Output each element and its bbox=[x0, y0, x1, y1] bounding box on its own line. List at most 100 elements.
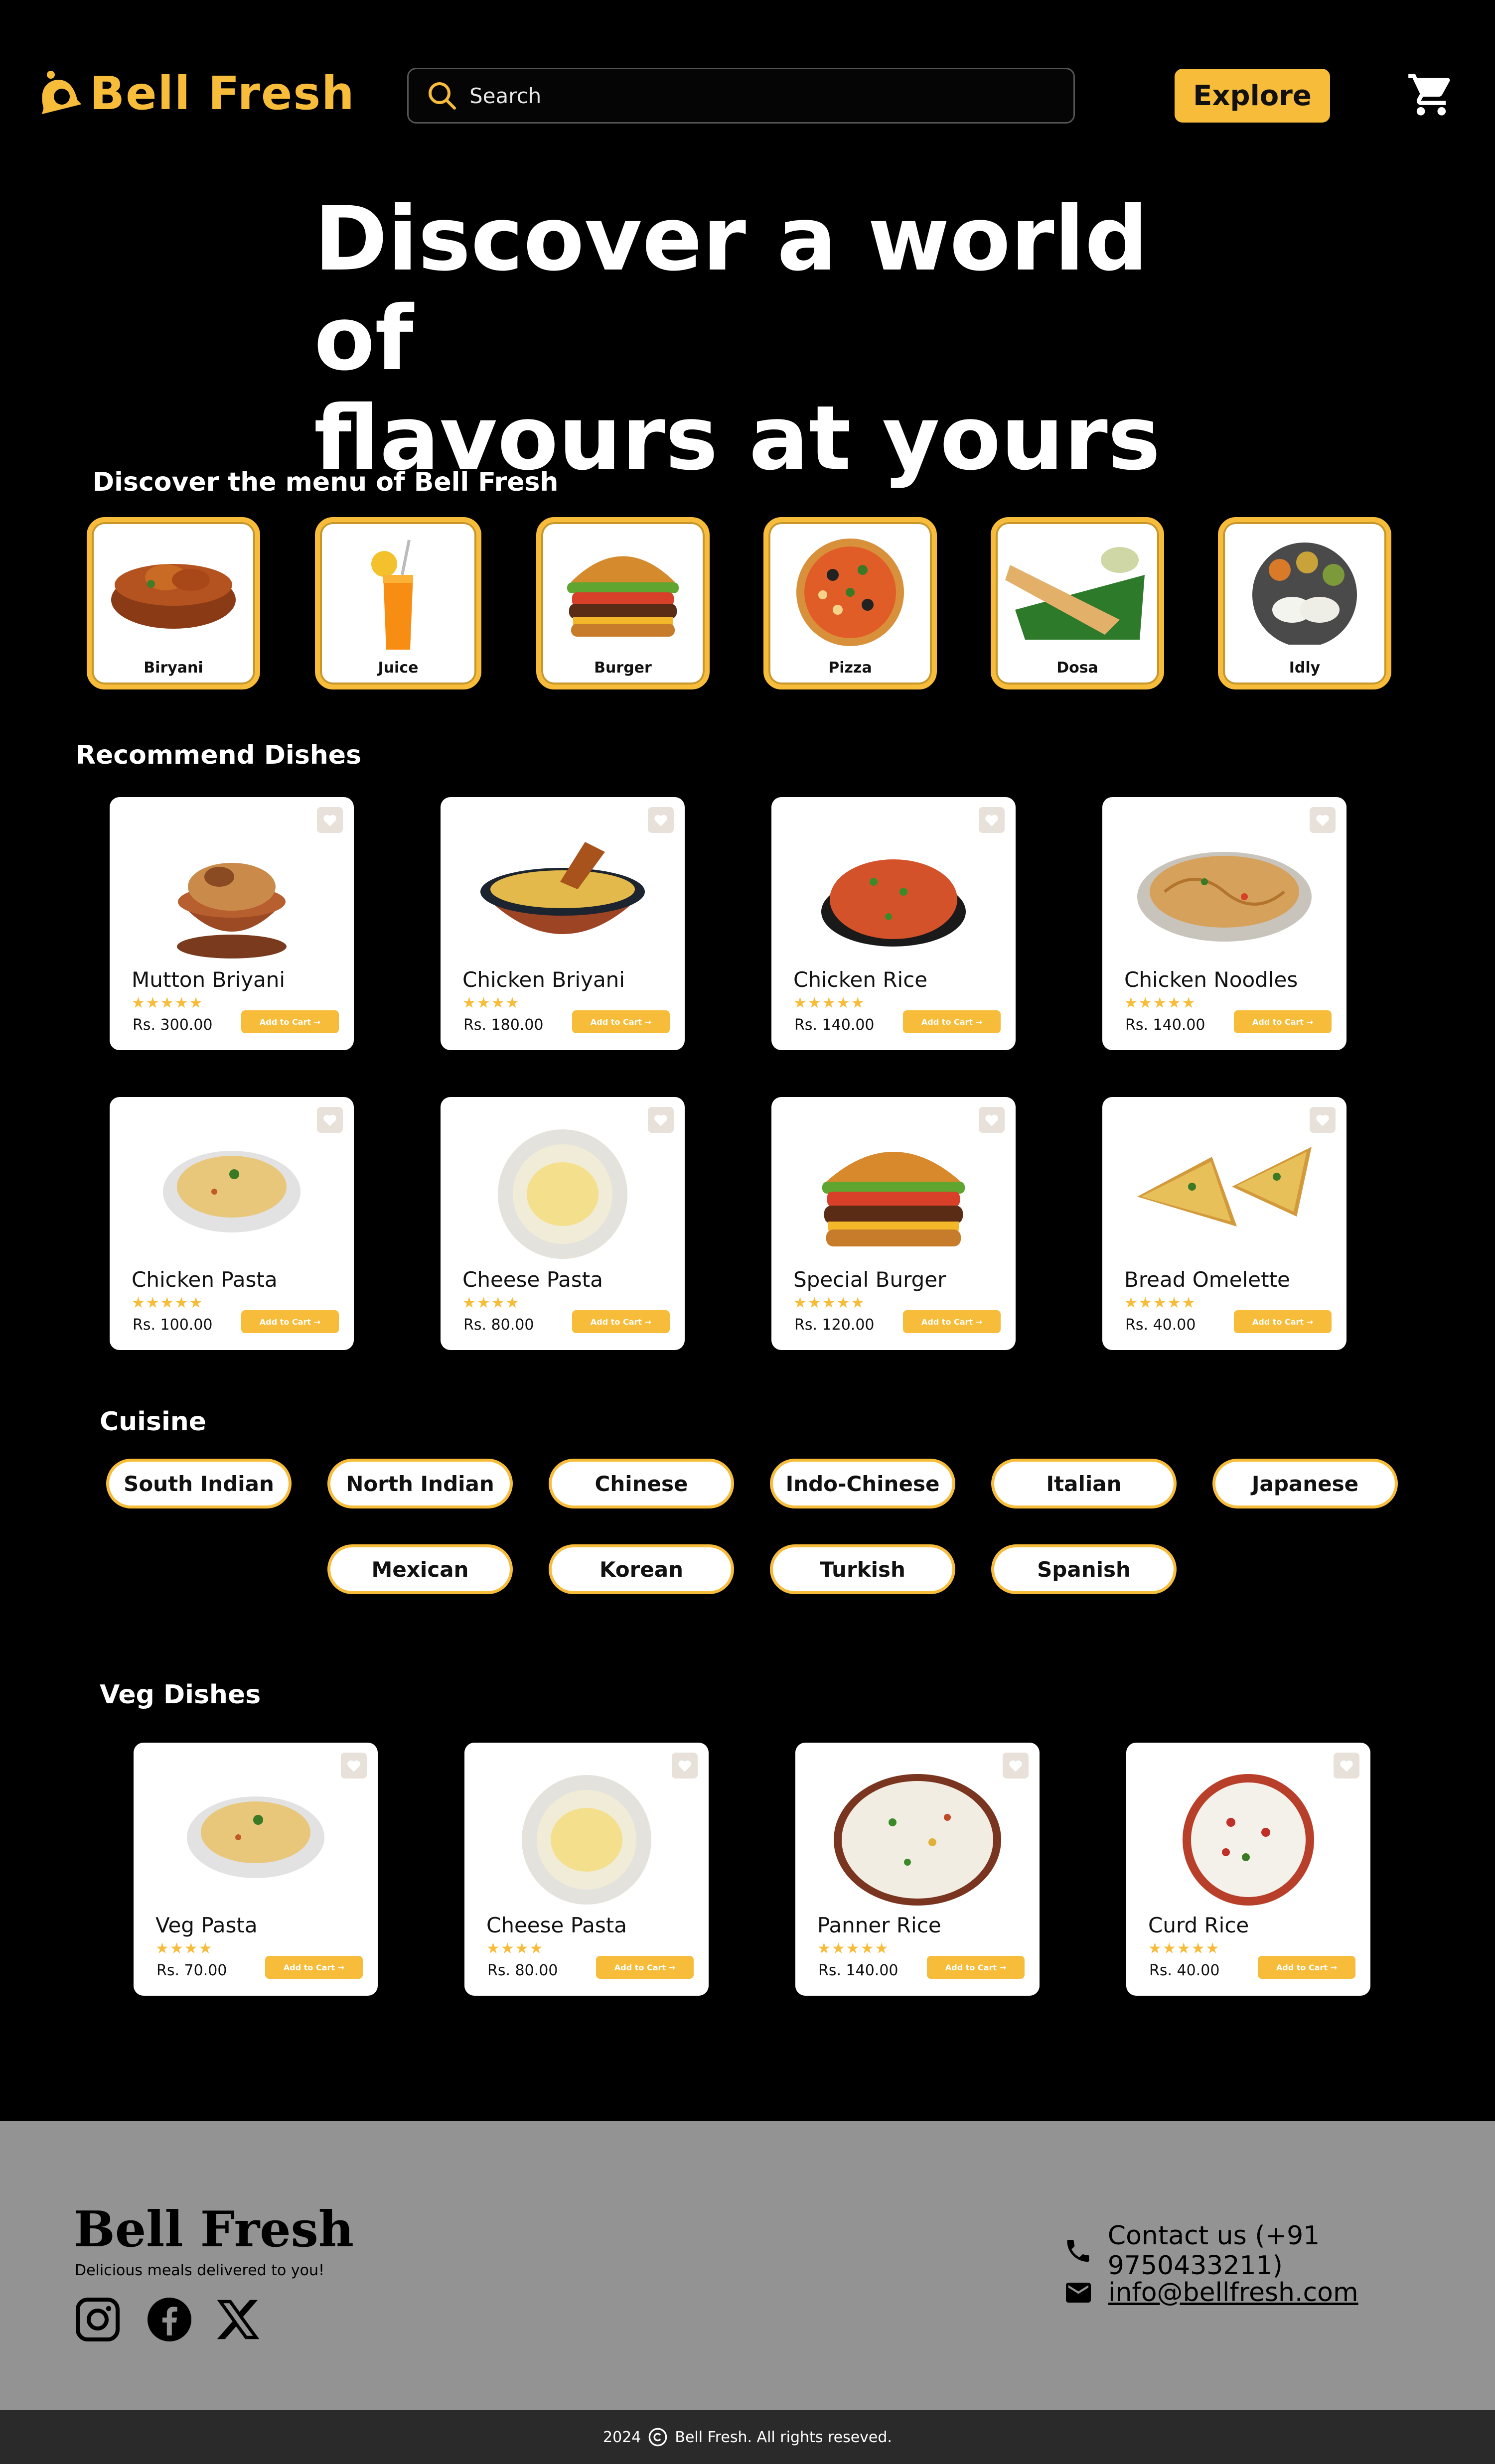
dish-price: Rs. 80.00 bbox=[463, 1316, 534, 1334]
cuisine-pill[interactable]: North Indian bbox=[327, 1459, 513, 1508]
curd-rice-image bbox=[1183, 1774, 1314, 1906]
cuisine-pill[interactable]: Indo-Chinese bbox=[770, 1459, 955, 1508]
biryani-image bbox=[111, 564, 236, 629]
dish-price: Rs. 100.00 bbox=[133, 1316, 213, 1334]
favorite-heart-icon[interactable] bbox=[1334, 1753, 1359, 1779]
explore-button[interactable]: Explore bbox=[1175, 69, 1330, 123]
dish-price: Rs. 80.00 bbox=[487, 1962, 558, 1979]
category-juice[interactable]: Juice bbox=[315, 517, 481, 689]
dish-card[interactable]: Bread Omelette ★★★★★ Rs. 40.00 Add to Ca… bbox=[1102, 1097, 1346, 1350]
favorite-heart-icon[interactable] bbox=[317, 807, 343, 833]
recommended-section-title: Recommend Dishes bbox=[76, 740, 362, 770]
dish-card[interactable]: Curd Rice ★★★★★ Rs. 40.00 Add to Cart → bbox=[1126, 1743, 1370, 1996]
dish-card[interactable]: Veg Pasta ★★★★ Rs. 70.00 Add to Cart → bbox=[134, 1743, 378, 1996]
favorite-heart-icon[interactable] bbox=[979, 1107, 1005, 1133]
email-link[interactable]: info@bellfresh.com bbox=[1108, 2278, 1358, 2308]
add-to-cart-button[interactable]: Add to Cart → bbox=[596, 1956, 694, 1979]
favorite-heart-icon[interactable] bbox=[979, 807, 1005, 833]
favorite-heart-icon[interactable] bbox=[317, 1107, 343, 1133]
cuisine-pill[interactable]: South Indian bbox=[106, 1459, 292, 1508]
favorite-heart-icon[interactable] bbox=[672, 1753, 698, 1779]
dish-price: Rs. 180.00 bbox=[463, 1016, 544, 1034]
search-bar[interactable] bbox=[407, 68, 1075, 124]
favorite-heart-icon[interactable] bbox=[648, 1107, 674, 1133]
add-to-cart-button[interactable]: Add to Cart → bbox=[572, 1010, 670, 1033]
rating-stars: ★★★★★ bbox=[1124, 994, 1196, 1012]
contact-email[interactable]: info@bellfresh.com bbox=[1063, 2278, 1358, 2308]
dish-price: Rs. 70.00 bbox=[156, 1962, 227, 1979]
dish-name: Bread Omelette bbox=[1124, 1267, 1290, 1292]
burger-image bbox=[567, 556, 679, 637]
add-to-cart-button[interactable]: Add to Cart → bbox=[572, 1310, 670, 1333]
cheese-pasta-image bbox=[522, 1775, 651, 1905]
dish-card[interactable]: Chicken Rice ★★★★★ Rs. 140.00 Add to Car… bbox=[771, 797, 1016, 1050]
cuisine-pill[interactable]: Mexican bbox=[327, 1544, 513, 1594]
dish-name: Chicken Rice bbox=[793, 967, 928, 992]
cuisine-pill[interactable]: Chinese bbox=[549, 1459, 734, 1508]
dish-name: Cheese Pasta bbox=[462, 1267, 603, 1292]
contact-phone[interactable]: Contact us (+91 9750433211) bbox=[1063, 2221, 1495, 2281]
copyright-bar: 2024 Bell Fresh. All rights reseved. bbox=[0, 2410, 1495, 2464]
add-to-cart-button[interactable]: Add to Cart → bbox=[1234, 1010, 1332, 1033]
dish-card[interactable]: Cheese Pasta ★★★★ Rs. 80.00 Add to Cart … bbox=[464, 1743, 709, 1996]
chicken-rice-image bbox=[821, 859, 966, 947]
dish-name: Veg Pasta bbox=[155, 1913, 258, 1937]
contact-phone-text: Contact us (+91 9750433211) bbox=[1107, 2221, 1320, 2281]
facebook-icon[interactable] bbox=[146, 2296, 193, 2343]
menu-section-title: Discover the menu of Bell Fresh bbox=[93, 467, 559, 497]
brand-logo[interactable]: Bell Fresh bbox=[36, 66, 355, 121]
favorite-heart-icon[interactable] bbox=[648, 807, 674, 833]
pizza-image bbox=[796, 539, 904, 646]
idly-image bbox=[1252, 543, 1357, 645]
bread-omelette-image bbox=[1137, 1147, 1312, 1227]
category-dosa[interactable]: Dosa bbox=[991, 517, 1164, 689]
category-pizza[interactable]: Pizza bbox=[763, 517, 937, 689]
bell-icon bbox=[41, 71, 81, 115]
cheese-pasta-image bbox=[498, 1129, 627, 1259]
add-to-cart-button[interactable]: Add to Cart → bbox=[927, 1956, 1025, 1979]
add-to-cart-button[interactable]: Add to Cart → bbox=[241, 1010, 339, 1033]
cuisine-pill[interactable]: Turkish bbox=[770, 1544, 955, 1594]
rating-stars: ★★★★ bbox=[155, 1940, 213, 1957]
dish-card[interactable]: Chicken Noodles ★★★★★ Rs. 140.00 Add to … bbox=[1102, 797, 1346, 1050]
cuisine-pill[interactable]: Korean bbox=[549, 1544, 734, 1594]
dish-card[interactable]: Mutton Briyani ★★★★★ Rs. 300.00 Add to C… bbox=[110, 797, 354, 1050]
cuisine-section-title: Cuisine bbox=[100, 1407, 207, 1437]
dish-card[interactable]: Cheese Pasta ★★★★ Rs. 80.00 Add to Cart … bbox=[441, 1097, 685, 1350]
add-to-cart-button[interactable]: Add to Cart → bbox=[903, 1310, 1001, 1333]
dish-price: Rs. 40.00 bbox=[1149, 1962, 1220, 1979]
dish-name: Mutton Briyani bbox=[132, 967, 286, 992]
rating-stars: ★★★★ bbox=[486, 1940, 544, 1957]
cuisine-pill[interactable]: Italian bbox=[991, 1459, 1177, 1508]
rating-stars: ★★★★ bbox=[462, 1294, 520, 1312]
dish-name: Special Burger bbox=[793, 1267, 946, 1292]
rating-stars: ★★★★★ bbox=[132, 994, 204, 1012]
dish-card[interactable]: Panner Rice ★★★★★ Rs. 140.00 Add to Cart… bbox=[795, 1743, 1040, 1996]
rating-stars: ★★★★★ bbox=[1148, 1940, 1220, 1957]
panner-rice-image bbox=[834, 1774, 1001, 1906]
x-twitter-icon[interactable] bbox=[214, 2296, 262, 2343]
category-burger[interactable]: Burger bbox=[536, 517, 710, 689]
favorite-heart-icon[interactable] bbox=[341, 1753, 367, 1779]
instagram-icon[interactable] bbox=[74, 2296, 122, 2343]
add-to-cart-button[interactable]: Add to Cart → bbox=[265, 1956, 363, 1979]
add-to-cart-button[interactable]: Add to Cart → bbox=[241, 1310, 339, 1333]
category-biryani[interactable]: Biryani bbox=[87, 517, 260, 689]
cuisine-pill[interactable]: Japanese bbox=[1212, 1459, 1398, 1508]
add-to-cart-button[interactable]: Add to Cart → bbox=[1234, 1310, 1332, 1333]
cuisine-pill[interactable]: Spanish bbox=[991, 1544, 1177, 1594]
category-idly[interactable]: Idly bbox=[1218, 517, 1391, 689]
cart-icon[interactable] bbox=[1406, 70, 1456, 120]
favorite-heart-icon[interactable] bbox=[1003, 1753, 1029, 1779]
dosa-image bbox=[1005, 547, 1145, 640]
dish-card[interactable]: Chicken Briyani ★★★★ Rs. 180.00 Add to C… bbox=[441, 797, 685, 1050]
dish-price: Rs. 300.00 bbox=[133, 1016, 213, 1034]
mutton-briyani-image bbox=[177, 863, 287, 958]
rating-stars: ★★★★★ bbox=[793, 1294, 866, 1312]
add-to-cart-button[interactable]: Add to Cart → bbox=[903, 1010, 1001, 1033]
add-to-cart-button[interactable]: Add to Cart → bbox=[1258, 1956, 1355, 1979]
copyright-text: Bell Fresh. All rights reseved. bbox=[675, 2428, 892, 2446]
dish-card[interactable]: Special Burger ★★★★★ Rs. 120.00 Add to C… bbox=[771, 1097, 1016, 1350]
search-input[interactable] bbox=[469, 83, 1018, 108]
dish-card[interactable]: Chicken Pasta ★★★★★ Rs. 100.00 Add to Ca… bbox=[110, 1097, 354, 1350]
